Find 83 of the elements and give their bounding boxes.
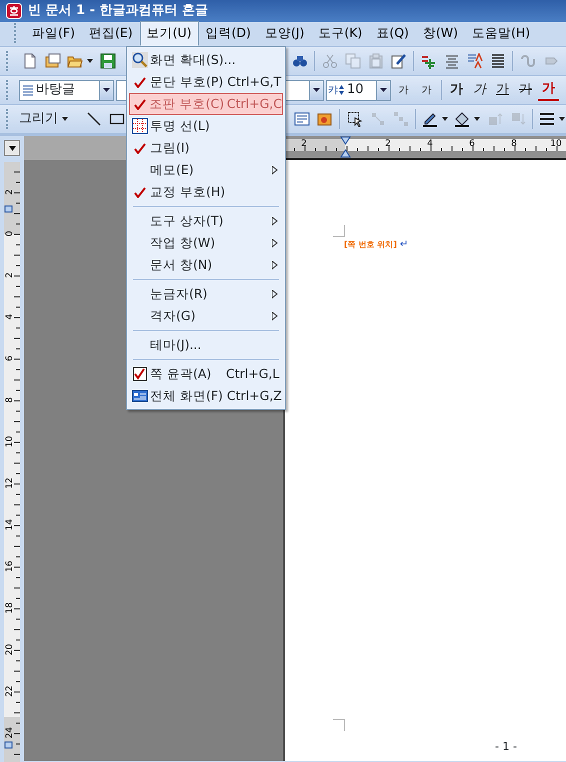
menu-item[interactable]: 입력(D): [198, 21, 258, 46]
menu-item[interactable]: 창(W): [416, 21, 466, 46]
ruler-label: 14: [5, 519, 15, 531]
ruler-label: 8: [511, 139, 517, 149]
menu-item[interactable]: 표(Q): [369, 21, 416, 46]
ruler-label: 4: [5, 314, 15, 320]
margin-marker[interactable]: [4, 206, 12, 212]
menu-item[interactable]: 도구(K): [311, 21, 370, 46]
checkbox-icon[interactable]: [133, 367, 147, 381]
menu-item[interactable]: 문단 부호(P) Ctrl+G,T: [129, 71, 283, 93]
text-color-button[interactable]: 가: [538, 79, 559, 101]
ruler-label: 24: [5, 727, 15, 739]
submenu-arrow-icon: [272, 312, 278, 320]
ruler-label: 16: [5, 560, 15, 572]
caret-icon: [103, 88, 110, 92]
menu-item[interactable]: 편집(E): [82, 21, 140, 46]
menu-item[interactable]: 메모(E): [129, 159, 283, 181]
ruler-label: 2: [385, 139, 391, 149]
underline-button[interactable]: 가: [492, 80, 513, 100]
submenu-arrow-icon: [272, 238, 278, 248]
italic-button[interactable]: 가: [469, 80, 490, 100]
menu-item[interactable]: 교정 부호(H): [129, 181, 283, 203]
bold-button[interactable]: 가: [446, 80, 467, 100]
ruler-corner-button[interactable]: [4, 140, 20, 156]
page-number-marker: [쪽 번호 위치]: [344, 238, 397, 250]
ruler-label: 10: [5, 436, 15, 448]
font-size-field[interactable]: 캬 10: [326, 80, 391, 100]
line-style-icon: [538, 111, 554, 127]
ruler-label: 18: [5, 602, 15, 614]
ruler-label: 2: [5, 272, 15, 278]
menu-item[interactable]: 격자(G): [129, 305, 283, 327]
menu-item[interactable]: 모양(J): [258, 21, 312, 46]
menu-item[interactable]: 보기(U): [140, 21, 199, 46]
shrink-font-button[interactable]: 가: [393, 82, 414, 98]
window-title: 빈 문서 1 - 한글과컴퓨터 혼글: [28, 2, 208, 20]
ruler-label: 6: [5, 356, 15, 362]
submenu-arrow-icon: [272, 216, 278, 226]
grow-font-button[interactable]: 가: [416, 82, 437, 98]
caret-icon: [558, 116, 566, 122]
ruler-label: 2: [5, 189, 15, 195]
style-dropdown[interactable]: 바탕글: [19, 80, 114, 100]
menu-item[interactable]: 작업 창(W): [129, 232, 283, 254]
caret-icon: [61, 116, 69, 122]
menu-item[interactable]: 투명 선(L): [129, 115, 283, 137]
caret-icon: [472, 116, 480, 122]
ruler-label: 10: [550, 139, 562, 149]
menu-item[interactable]: 도움말(H): [465, 21, 538, 46]
ruler-label: 22: [5, 685, 15, 697]
fill-color-icon: [454, 111, 470, 127]
menu-item[interactable]: 눈금자(R): [129, 283, 283, 305]
ruler-label: 0: [5, 230, 15, 236]
menu-item[interactable]: 도구 상자(T): [129, 210, 283, 232]
strikethrough-button[interactable]: 가: [515, 80, 536, 100]
caret-icon: [440, 116, 448, 122]
page-number: - 1 -: [495, 738, 518, 754]
ruler-label: 12: [5, 477, 15, 489]
margin-marker[interactable]: [4, 742, 12, 748]
ruler-label: 6: [469, 139, 475, 149]
menu-item[interactable]: 그림(I): [129, 137, 283, 159]
corner-mark: [333, 718, 345, 730]
menu-item[interactable]: 쪽 윤곽(A) Ctrl+G,L: [129, 363, 283, 385]
submenu-arrow-icon: [272, 260, 278, 270]
drawing-menu[interactable]: 그리기: [19, 109, 81, 129]
menu-item[interactable]: 문서 창(N): [129, 254, 283, 276]
paragraph-mark: ↵: [400, 238, 408, 252]
menu-item[interactable]: 테마(J)...: [129, 334, 283, 356]
submenu-arrow-icon: [272, 290, 278, 298]
menu-item[interactable]: 전체 화면(F) Ctrl+G,Z: [129, 385, 283, 407]
ruler-label: 4: [427, 139, 433, 149]
pen-color-icon: [422, 111, 438, 127]
caret-icon: [86, 58, 94, 64]
spinner-icon: [339, 85, 344, 95]
app-icon: [6, 3, 22, 19]
menu-item[interactable]: 파일(F): [25, 21, 82, 46]
caret-icon: [313, 88, 320, 92]
caret-icon: [8, 146, 16, 150]
ruler-label: 2: [301, 139, 307, 149]
indent-marker[interactable]: [340, 136, 351, 158]
corner-mark: [333, 225, 345, 237]
submenu-arrow-icon: [272, 166, 278, 174]
ruler-label: 20: [5, 644, 15, 656]
ruler-label: 8: [5, 397, 15, 403]
caret-icon: [380, 88, 387, 92]
